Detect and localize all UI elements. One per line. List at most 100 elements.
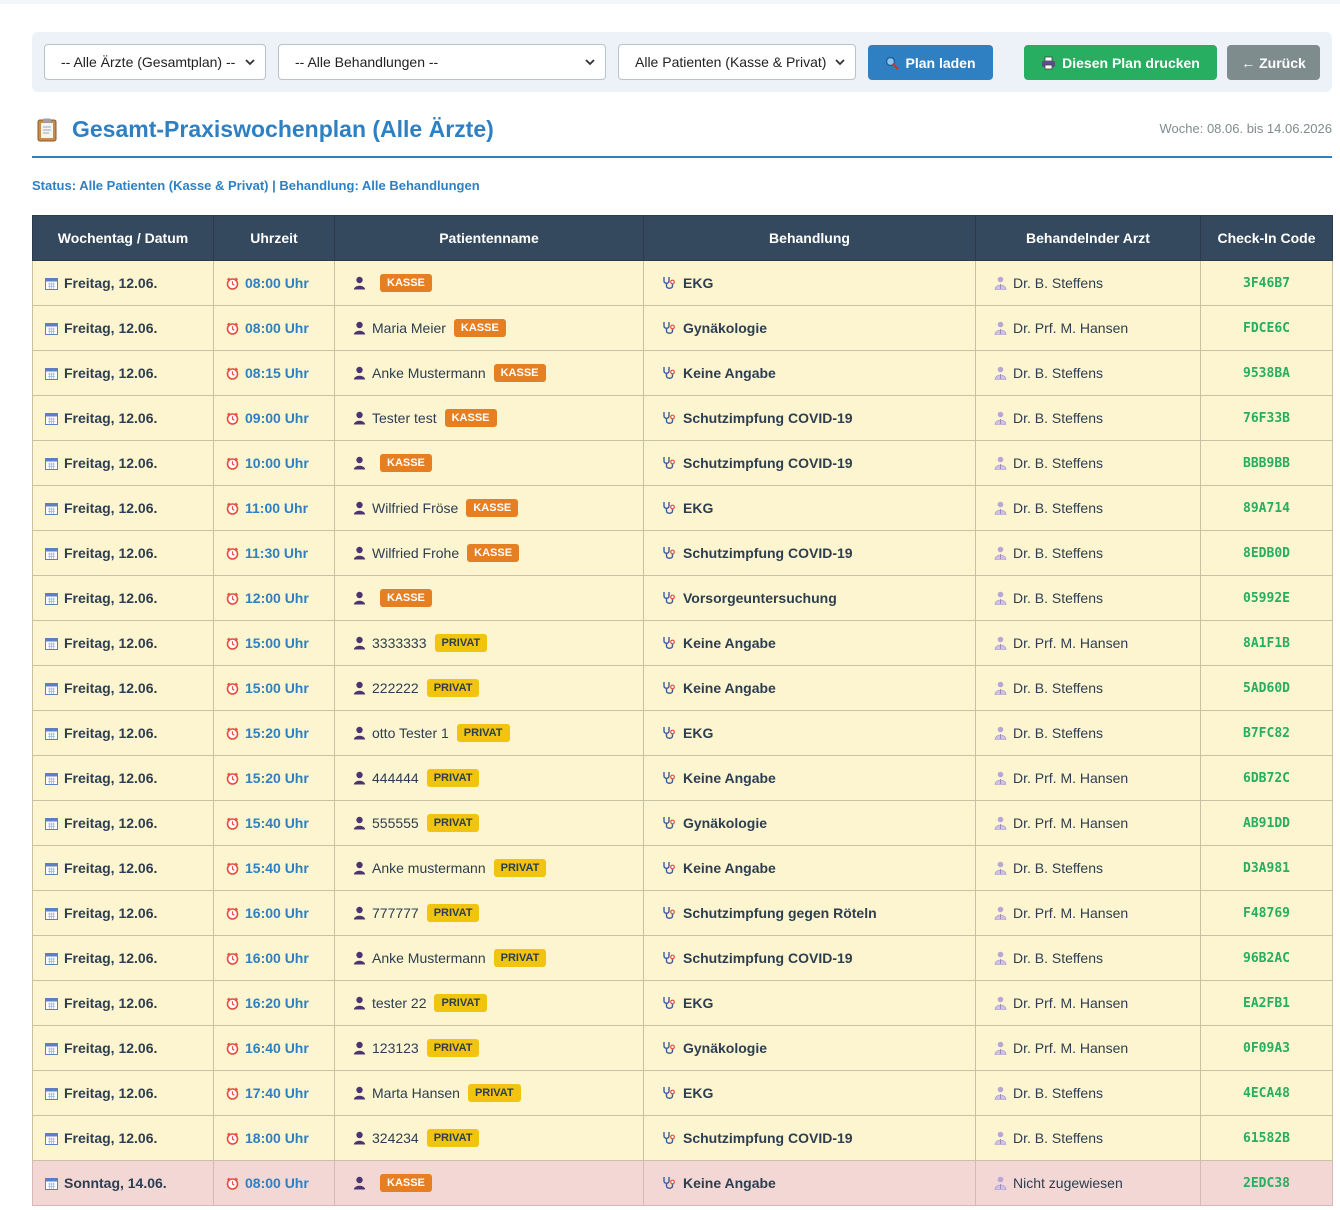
cell-patient: 444444 PRIVAT: [334, 755, 644, 801]
stethoscope-icon: [662, 1131, 677, 1145]
doctor-text: Dr. Prf. M. Hansen: [1013, 1040, 1129, 1056]
time-text: 15:40 Uhr: [245, 860, 309, 876]
back-button[interactable]: ← Zurück: [1227, 45, 1320, 80]
doctor-icon: [994, 276, 1007, 290]
alarm-clock-icon: [226, 322, 239, 335]
treatment-select[interactable]: -- Alle Behandlungen --: [278, 44, 606, 80]
day-text: Freitag, 12.06.: [64, 590, 158, 606]
time-text: 16:20 Uhr: [245, 995, 309, 1011]
doctor-text: Dr. B. Steffens: [1013, 950, 1104, 966]
day-text: Freitag, 12.06.: [64, 1085, 158, 1101]
checkin-code: 5AD60D: [1200, 665, 1333, 711]
checkin-code: F48769: [1200, 890, 1333, 936]
insurance-badge: KASSE: [453, 319, 506, 337]
doctor-icon: [994, 411, 1007, 425]
patient-select[interactable]: Alle Patienten (Kasse & Privat): [618, 44, 856, 80]
cell-day: Freitag, 12.06.: [32, 1115, 214, 1161]
patient-name: Anke Mustermann: [372, 950, 486, 966]
cell-doctor: Dr. B. Steffens: [975, 395, 1201, 441]
cell-treatment: EKG: [643, 980, 976, 1026]
doctor-icon: [994, 501, 1007, 515]
cell-time: 08:00 Uhr: [213, 260, 335, 306]
column-header-doctor: Behandelnder Arzt: [975, 215, 1201, 261]
treatment-text: Keine Angabe: [683, 635, 776, 651]
checkin-code: 76F33B: [1200, 395, 1333, 441]
table-row: Freitag, 12.06. 15:20 Uhr otto Tester 1 PRI…: [32, 710, 1333, 756]
cell-treatment: Schutzimpfung COVID-19: [643, 1115, 976, 1161]
time-text: 15:00 Uhr: [245, 635, 309, 651]
patient-name: 777777: [372, 905, 419, 921]
calendar-icon: [45, 952, 58, 965]
cell-doctor: Dr. B. Steffens: [975, 665, 1201, 711]
print-plan-button[interactable]: Diesen Plan drucken: [1024, 45, 1217, 80]
cell-treatment: Vorsorgeuntersuchung: [643, 575, 976, 621]
cell-day: Freitag, 12.06.: [32, 980, 214, 1026]
patient-name: 555555: [372, 815, 419, 831]
doctor-text: Dr. Prf. M. Hansen: [1013, 320, 1129, 336]
doctor-icon: [994, 591, 1007, 605]
insurance-badge: PRIVAT: [434, 634, 488, 652]
doctor-text: Dr. Prf. M. Hansen: [1013, 995, 1129, 1011]
cell-doctor: Dr. B. Steffens: [975, 575, 1201, 621]
cell-treatment: Schutzimpfung COVID-19: [643, 935, 976, 981]
cell-patient: Anke Mustermann PRIVAT: [334, 935, 644, 981]
insurance-badge: KASSE: [380, 274, 432, 292]
load-plan-button[interactable]: Plan laden: [868, 45, 993, 80]
doctor-icon: [994, 996, 1007, 1010]
insurance-badge: PRIVAT: [493, 949, 547, 967]
cell-time: 15:00 Uhr: [213, 665, 335, 711]
cell-time: 15:20 Uhr: [213, 710, 335, 756]
alarm-clock-icon: [226, 952, 239, 965]
patient-name: Wilfried Fröse: [372, 500, 459, 516]
time-text: 08:15 Uhr: [245, 365, 309, 381]
stethoscope-icon: [662, 681, 677, 695]
patient-name: Tester test: [372, 410, 437, 426]
cell-day: Freitag, 12.06.: [32, 260, 214, 306]
person-icon: [353, 321, 366, 335]
day-text: Freitag, 12.06.: [64, 770, 158, 786]
checkin-code: BBB9BB: [1200, 440, 1333, 486]
time-text: 16:00 Uhr: [245, 950, 309, 966]
table-row: Freitag, 12.06. 16:20 Uhr tester 22 PRIVAT E…: [32, 980, 1333, 1026]
insurance-badge: KASSE: [380, 454, 432, 472]
person-icon: [353, 456, 366, 470]
checkin-code: 0F09A3: [1200, 1025, 1333, 1071]
cell-time: 11:30 Uhr: [213, 530, 335, 576]
page-title-text: Gesamt-Praxiswochenplan (Alle Ärzte): [72, 116, 494, 142]
insurance-badge: PRIVAT: [426, 679, 480, 697]
patient-select-value: Alle Patienten (Kasse & Privat): [635, 54, 827, 70]
stethoscope-icon: [662, 951, 677, 965]
doctor-text: Dr. B. Steffens: [1013, 1085, 1104, 1101]
alarm-clock-icon: [226, 997, 239, 1010]
cell-treatment: Keine Angabe: [643, 620, 976, 666]
person-icon: [353, 726, 366, 740]
checkin-code: 05992E: [1200, 575, 1333, 621]
day-text: Freitag, 12.06.: [64, 950, 158, 966]
day-text: Freitag, 12.06.: [64, 860, 158, 876]
cell-day: Freitag, 12.06.: [32, 755, 214, 801]
time-text: 12:00 Uhr: [245, 590, 309, 606]
cell-doctor: Dr. Prf. M. Hansen: [975, 1025, 1201, 1071]
doctor-icon: [994, 1131, 1007, 1145]
alarm-clock-icon: [226, 1042, 239, 1055]
cell-day: Freitag, 12.06.: [32, 530, 214, 576]
person-icon: [353, 1086, 366, 1100]
page-header: Gesamt-Praxiswochenplan (Alle Ärzte) Woc…: [32, 112, 1332, 158]
stethoscope-icon: [662, 726, 677, 740]
day-text: Freitag, 12.06.: [64, 365, 158, 381]
checkin-code: 2EDC38: [1200, 1160, 1333, 1206]
treatment-text: Schutzimpfung COVID-19: [683, 545, 853, 561]
cell-day: Freitag, 12.06.: [32, 305, 214, 351]
doctor-icon: [994, 771, 1007, 785]
calendar-icon: [45, 322, 58, 335]
patient-name: Marta Hansen: [372, 1085, 460, 1101]
cell-day: Freitag, 12.06.: [32, 845, 214, 891]
time-text: 16:40 Uhr: [245, 1040, 309, 1056]
cell-day: Freitag, 12.06.: [32, 710, 214, 756]
patient-name: Maria Meier: [372, 320, 446, 336]
cell-doctor: Dr. Prf. M. Hansen: [975, 890, 1201, 936]
person-icon: [353, 591, 366, 605]
calendar-icon: [45, 817, 58, 830]
doctor-select[interactable]: -- Alle Ärzte (Gesamtplan) --: [44, 44, 266, 80]
checkin-code: D3A981: [1200, 845, 1333, 891]
